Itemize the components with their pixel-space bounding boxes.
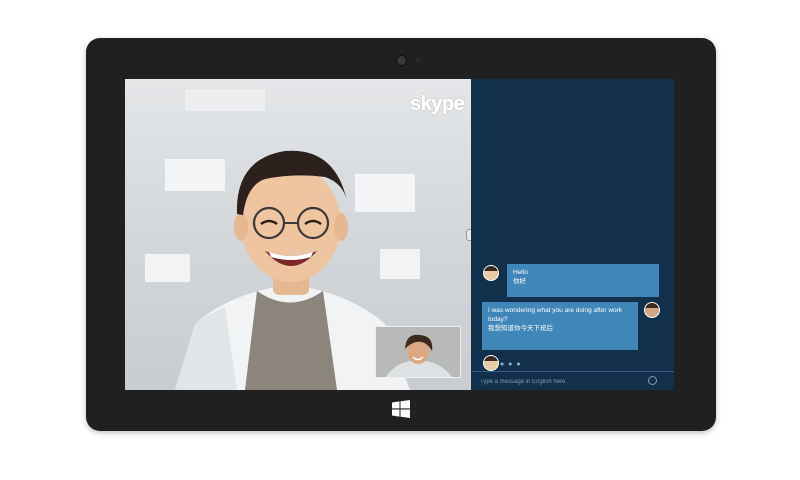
remote-avatar [483, 265, 499, 281]
self-view-video[interactable] [375, 326, 461, 378]
self-avatar [644, 302, 660, 318]
message-composer [472, 371, 674, 390]
skype-logo: skype [410, 93, 465, 115]
chat-panel: Hello 你好 I was wondering what you are do… [472, 79, 674, 390]
remote-video[interactable]: skype [125, 79, 471, 390]
emoji-icon[interactable] [648, 376, 657, 385]
front-camera-icon [396, 55, 407, 66]
screen: skype Hello 你好 I was wondering what you … [125, 79, 674, 390]
windows-logo-icon[interactable] [392, 400, 410, 418]
message-text: today? [488, 316, 508, 323]
chat-message-incoming: Hello 你好 [507, 264, 659, 297]
message-translation: 我想知道你今天下班后 [488, 325, 553, 332]
chat-message-outgoing: I was wondering what you are doing after… [482, 302, 638, 350]
self-view-participant [376, 327, 460, 377]
light-sensor [416, 58, 420, 62]
typing-indicator: ● ● ● [500, 361, 522, 368]
message-input[interactable] [478, 375, 642, 389]
message-translation: 你好 [513, 278, 526, 285]
background-light [185, 89, 265, 111]
message-text: I was wondering what you are doing after… [488, 307, 623, 314]
pane-resize-handle[interactable] [466, 229, 471, 241]
remote-avatar [483, 355, 499, 371]
message-text: Hello [513, 269, 528, 276]
